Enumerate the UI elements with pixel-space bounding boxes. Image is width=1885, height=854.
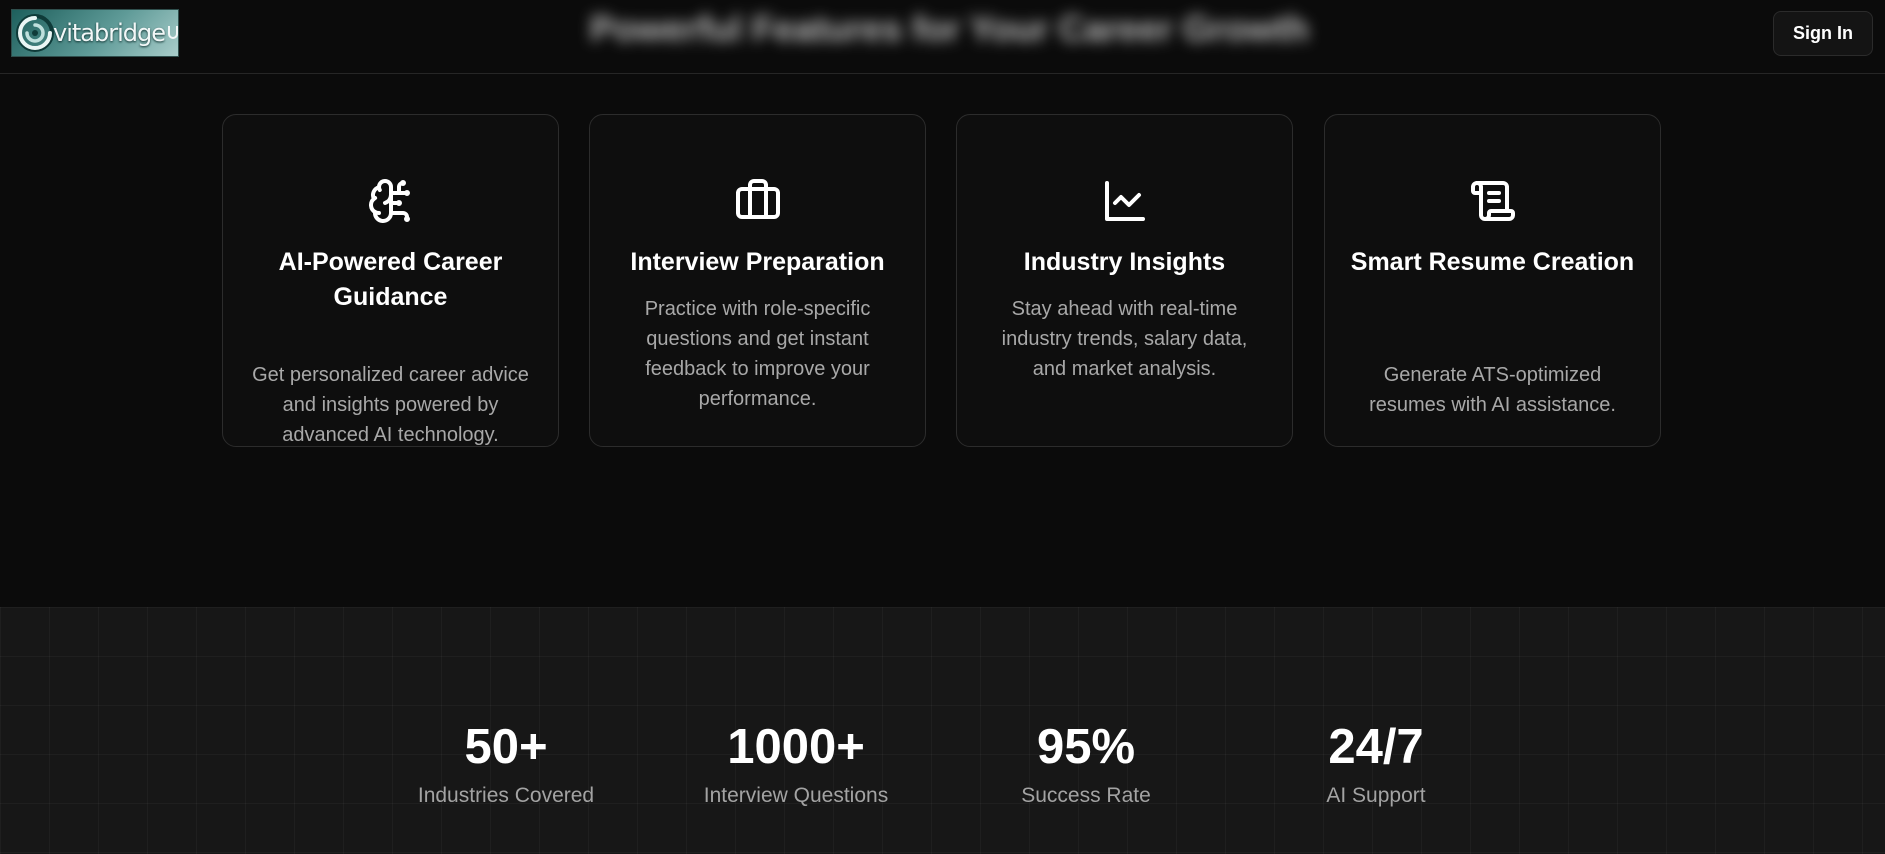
features-section: AI-Powered Career Guidance Get personali… (0, 75, 1885, 607)
feature-description: Generate ATS-optimized resumes with AI a… (1369, 364, 1616, 416)
brand-mark-icon (168, 26, 178, 39)
brand-logo[interactable]: vitabridge (11, 9, 179, 57)
stat-label: Interview Questions (703, 784, 889, 807)
brand-name: vitabridge (53, 19, 166, 47)
stat-label: Industries Covered (417, 784, 595, 807)
line-chart-icon (1101, 177, 1149, 225)
feature-card-industry-insights: Industry Insights Stay ahead with real-t… (956, 114, 1293, 447)
feature-description: Practice with role-specific questions an… (644, 298, 871, 410)
stat-ai-support: 24/7 AI Support (1256, 719, 1496, 809)
sign-in-button[interactable]: Sign In (1773, 11, 1873, 56)
swirl-logo-icon (16, 14, 54, 52)
stat-success-rate: 95% Success Rate (966, 719, 1206, 809)
top-navbar: vitabridge Powerful Features for Your Ca… (0, 0, 1885, 74)
stat-value: 24/7 (1328, 720, 1424, 774)
blurred-page-heading: Powerful Features for Your Career Growth (590, 8, 1309, 49)
stat-interview-questions: 1000+ Interview Questions (676, 719, 916, 809)
feature-description: Stay ahead with real-time industry trend… (1001, 298, 1248, 380)
briefcase-icon (734, 177, 782, 225)
stat-value: 1000+ (727, 720, 865, 774)
stat-value: 95% (1036, 720, 1136, 774)
feature-description: Get personalized career advice and insig… (252, 364, 529, 446)
feature-title: Interview Preparation (630, 248, 885, 276)
feature-title: Industry Insights (1023, 248, 1226, 276)
stats-section: 50+ Industries Covered 1000+ Interview Q… (0, 607, 1885, 854)
stat-industries: 50+ Industries Covered (386, 719, 626, 809)
scroll-text-icon (1469, 177, 1517, 225)
stat-label: Success Rate (1021, 784, 1151, 807)
stat-value: 50+ (464, 720, 548, 774)
brain-icon (367, 177, 415, 225)
stat-label: AI Support (1326, 784, 1426, 807)
feature-card-career-guidance: AI-Powered Career Guidance Get personali… (222, 114, 559, 447)
feature-title: AI-Powered Career Guidance (278, 248, 503, 311)
feature-card-smart-resume: Smart Resume Creation Generate ATS-optim… (1324, 114, 1661, 447)
feature-title: Smart Resume Creation (1350, 248, 1635, 276)
feature-card-interview-preparation: Interview Preparation Practice with role… (589, 114, 926, 447)
